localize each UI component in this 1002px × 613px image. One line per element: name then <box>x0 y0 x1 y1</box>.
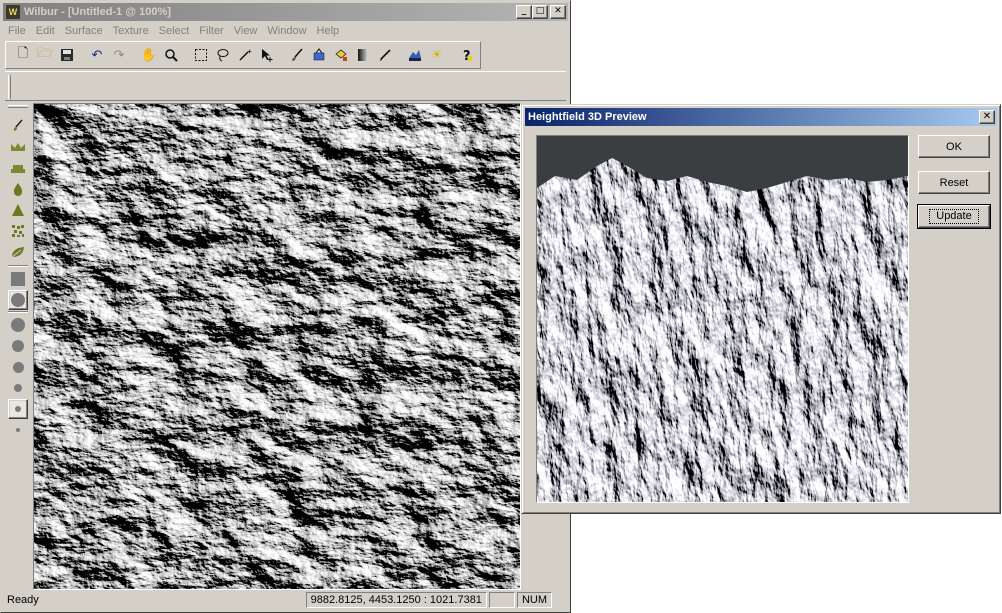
rect-select-icon[interactable] <box>190 44 212 66</box>
resize-grip[interactable] <box>554 592 568 608</box>
preview-titlebar[interactable]: Heightfield 3D Preview ✕ <box>525 108 997 126</box>
update-button[interactable]: Update <box>917 204 991 229</box>
menu-edit[interactable]: Edit <box>31 25 60 37</box>
ok-button[interactable]: OK <box>918 135 990 158</box>
brush-round-smaller[interactable] <box>8 378 28 398</box>
redo-icon[interactable]: ↷ <box>108 44 130 66</box>
main-window: W Wilbur - [Untitled-1 @ 100%] _ □ ✕ Fil… <box>0 0 571 613</box>
brush-icon[interactable] <box>286 44 308 66</box>
new-icon[interactable]: 🗋 <box>12 44 34 66</box>
left-toolbox <box>5 103 31 590</box>
texture-fill-icon[interactable] <box>330 44 352 66</box>
brush-round-tiny-selected[interactable] <box>8 399 28 419</box>
peak-tool-icon[interactable] <box>8 200 28 220</box>
options-bar-grip[interactable] <box>8 75 11 99</box>
heightfield-canvas[interactable] <box>33 103 521 590</box>
preview-3d-viewport[interactable] <box>536 135 909 503</box>
undo-icon[interactable]: ↶ <box>86 44 108 66</box>
main-toolbar: 🗋 🗁 ↶ ↷ ✋ ☀ ? <box>5 41 481 69</box>
brush-round-small[interactable] <box>8 357 28 377</box>
help-icon[interactable]: ? <box>456 44 478 66</box>
coordinates-readout: 9882.8125, 4453.1250 : 1021.7381 <box>305 592 487 608</box>
close-button[interactable]: ✕ <box>550 5 566 19</box>
terrace-tool-icon[interactable] <box>8 158 28 178</box>
preview-3d-terrain <box>537 136 908 502</box>
status-pane-empty <box>488 592 515 608</box>
status-bar: Ready 9882.8125, 4453.1250 : 1021.7381 N… <box>3 590 568 610</box>
main-titlebar[interactable]: W Wilbur - [Untitled-1 @ 100%] _ □ ✕ <box>3 3 568 21</box>
brush-square-large[interactable] <box>8 269 28 289</box>
leaf-tool-icon[interactable] <box>8 242 28 262</box>
zoom-icon[interactable] <box>160 44 182 66</box>
menu-texture[interactable]: Texture <box>108 25 154 37</box>
hand-icon[interactable]: ✋ <box>138 44 160 66</box>
open-icon[interactable]: 🗁 <box>34 44 56 66</box>
heightfield-shaded-image <box>34 104 520 589</box>
update-button-label: Update <box>929 209 979 224</box>
main-window-title: Wilbur - [Untitled-1 @ 100%] <box>24 6 171 18</box>
menu-surface[interactable]: Surface <box>60 25 108 37</box>
status-text: Ready <box>7 594 39 606</box>
menu-window[interactable]: Window <box>262 25 311 37</box>
noise-tool-icon[interactable] <box>8 221 28 241</box>
num-lock-indicator: NUM <box>516 592 552 608</box>
reset-button[interactable]: Reset <box>918 171 990 194</box>
minimize-button[interactable]: _ <box>516 5 532 19</box>
preview-close-button[interactable]: ✕ <box>979 110 995 124</box>
maximize-button[interactable]: □ <box>532 5 548 19</box>
wilbur-app-icon[interactable]: W <box>6 5 20 19</box>
menu-filter[interactable]: Filter <box>194 25 228 37</box>
preview-3d-icon[interactable] <box>404 44 426 66</box>
menu-select[interactable]: Select <box>154 25 195 37</box>
gradient-icon[interactable] <box>352 44 374 66</box>
toolbox-grip[interactable] <box>8 105 28 108</box>
brush-round-dot[interactable] <box>8 420 28 440</box>
fill-icon[interactable] <box>308 44 330 66</box>
menu-help[interactable]: Help <box>312 25 345 37</box>
move-icon[interactable] <box>256 44 278 66</box>
menu-view[interactable]: View <box>229 25 263 37</box>
lasso-icon[interactable] <box>212 44 234 66</box>
menu-file[interactable]: File <box>3 25 31 37</box>
pencil-icon[interactable] <box>374 44 396 66</box>
brush-tool-icon[interactable] <box>8 115 28 135</box>
magic-wand-icon[interactable] <box>234 44 256 66</box>
save-icon[interactable] <box>56 44 78 66</box>
brush-round-xlarge-selected[interactable] <box>8 290 28 310</box>
options-bar <box>5 71 566 101</box>
brush-round-large[interactable] <box>8 315 28 335</box>
light-icon[interactable]: ☀ <box>426 44 448 66</box>
brush-round-medium[interactable] <box>8 336 28 356</box>
menu-bar: File Edit Surface Texture Select Filter … <box>3 22 568 40</box>
raise-tool-icon[interactable] <box>8 137 28 157</box>
heightfield-preview-dialog: Heightfield 3D Preview ✕ OK Reset Update <box>521 104 1001 514</box>
drop-tool-icon[interactable] <box>8 179 28 199</box>
preview-dialog-title: Heightfield 3D Preview <box>528 111 647 123</box>
